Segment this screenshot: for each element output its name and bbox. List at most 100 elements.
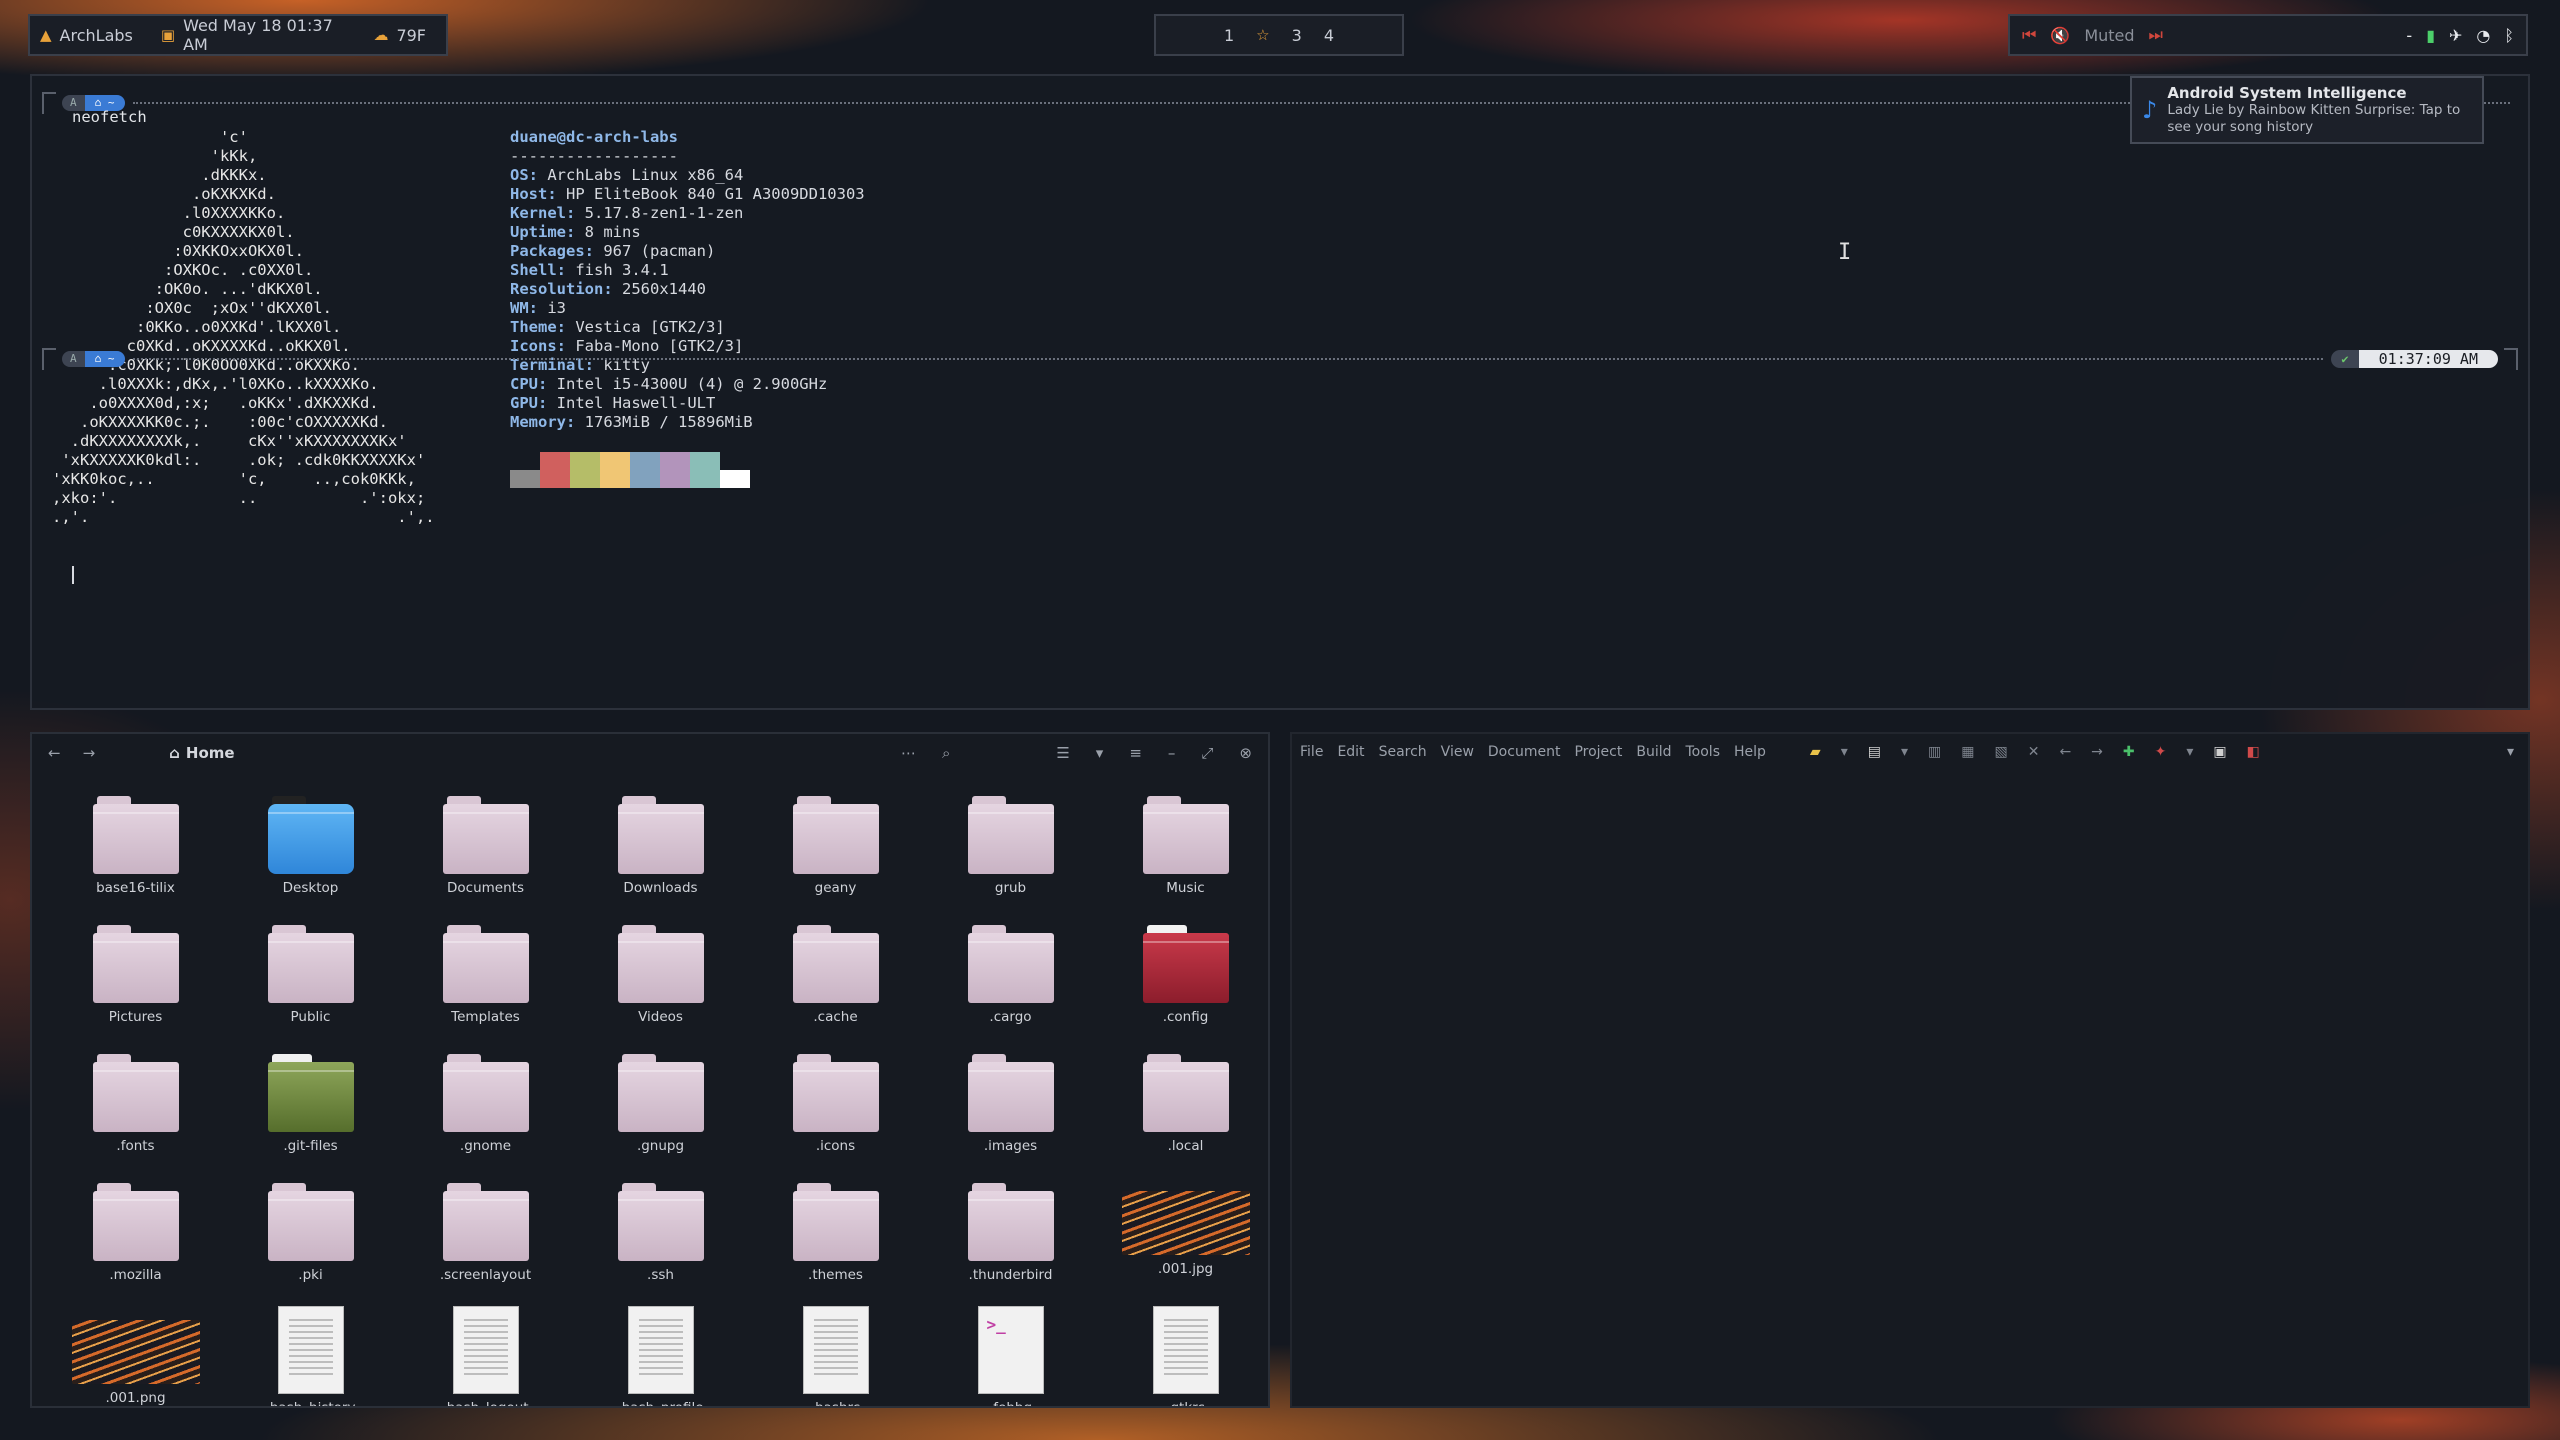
new-file-dropdown-icon[interactable]: ▾ [1841, 744, 1848, 760]
close-icon[interactable]: ⊗ [1239, 744, 1252, 762]
chevron-down-icon[interactable]: ▾ [1096, 744, 1104, 762]
workspace-4[interactable]: 4 [1324, 26, 1334, 45]
menu-icon[interactable]: ≡ [1129, 744, 1142, 762]
save-all-icon[interactable]: ▦ [1961, 744, 1974, 760]
minimize-icon[interactable]: – [1168, 744, 1176, 762]
file-item[interactable]: .bash_history [223, 1306, 398, 1406]
file-item[interactable]: .ssh [573, 1177, 748, 1306]
workspace-3[interactable]: 3 [1292, 26, 1302, 45]
previous-track-icon[interactable]: ⏮ [2022, 25, 2036, 45]
file-item[interactable]: .gnome [398, 1048, 573, 1177]
file-item[interactable]: .screenlayout [398, 1177, 573, 1306]
distro-label-group[interactable]: ▲ ArchLabs [40, 26, 133, 45]
file-item[interactable]: .cargo [923, 919, 1098, 1048]
nav-back-icon[interactable]: ← [2059, 744, 2071, 760]
battery-icon[interactable]: ▮ [2426, 26, 2435, 45]
menu-document[interactable]: Document [1488, 744, 1561, 760]
folder-icon [442, 1054, 529, 1132]
wifi-icon[interactable]: ◔ [2476, 26, 2490, 45]
build-icon[interactable]: ✦ [2155, 744, 2167, 760]
file-item[interactable]: .001.png [48, 1306, 223, 1406]
info-row-host: Host: HP EliteBook 840 G1 A3009DD10303 [510, 185, 865, 203]
file-item[interactable]: .cache [748, 919, 923, 1048]
reload-icon[interactable]: ▧ [1994, 744, 2007, 760]
menu-help[interactable]: Help [1734, 744, 1766, 760]
file-item[interactable]: Public [223, 919, 398, 1048]
folder-icon [92, 1054, 179, 1132]
menu-edit[interactable]: Edit [1337, 744, 1364, 760]
date-group[interactable]: ▣ Wed May 18 01:37 AM [161, 16, 346, 54]
close-file-icon[interactable]: ✕ [2028, 744, 2040, 760]
open-dropdown-icon[interactable]: ▾ [1901, 744, 1908, 760]
workspace-2-star-icon[interactable]: ☆ [1256, 26, 1269, 44]
menu-project[interactable]: Project [1574, 744, 1622, 760]
file-item[interactable]: .config [1098, 919, 1268, 1048]
prompt-home-segment-2: ⌂ ~ [84, 351, 125, 367]
workspace-1[interactable]: 1 [1224, 26, 1234, 45]
execute-icon[interactable]: ▣ [2213, 744, 2226, 760]
open-file-icon[interactable]: ▤ [1868, 744, 1881, 760]
pin-icon[interactable]: ✈ [2449, 26, 2462, 45]
file-item[interactable]: .thunderbird [923, 1177, 1098, 1306]
file-item[interactable]: geany [748, 790, 923, 919]
file-item[interactable]: Downloads [573, 790, 748, 919]
file-item[interactable]: .bash_profile [573, 1306, 748, 1406]
folder-icon [442, 1183, 529, 1261]
new-file-icon[interactable]: ▰ [1810, 744, 1821, 760]
file-item[interactable]: .bash_logout [398, 1306, 573, 1406]
file-item[interactable]: Music [1098, 790, 1268, 919]
file-item[interactable]: .images [923, 1048, 1098, 1177]
compile-icon[interactable]: ✚ [2123, 744, 2135, 760]
text-document-icon [452, 1306, 519, 1394]
maximize-icon[interactable]: ⤢ [1201, 744, 1213, 762]
weather-group[interactable]: ☁ 79F [373, 26, 426, 45]
menu-file[interactable]: File [1300, 744, 1323, 760]
file-item[interactable]: Documents [398, 790, 573, 919]
file-item[interactable]: Videos [573, 919, 748, 1048]
info-value: ArchLabs Linux x86_64 [547, 166, 744, 184]
file-item-label: .mozilla [109, 1267, 162, 1283]
file-item[interactable]: .fonts [48, 1048, 223, 1177]
text-document-icon [277, 1306, 344, 1394]
notification-popup[interactable]: ♪ Android System Intelligence Lady Lie b… [2130, 76, 2484, 144]
text-document-icon [1152, 1306, 1219, 1394]
menu-build[interactable]: Build [1636, 744, 1671, 760]
menu-view[interactable]: View [1441, 744, 1474, 760]
forward-arrow-icon[interactable]: → [83, 744, 96, 762]
file-item[interactable]: Desktop [223, 790, 398, 919]
color-chooser-icon[interactable]: ◧ [2247, 744, 2260, 760]
file-item[interactable]: >_ .fehbg [923, 1306, 1098, 1406]
file-item[interactable]: .pki [223, 1177, 398, 1306]
file-item[interactable]: .gnupg [573, 1048, 748, 1177]
save-icon[interactable]: ▥ [1928, 744, 1941, 760]
file-item[interactable]: .mozilla [48, 1177, 223, 1306]
file-item[interactable]: grub [923, 790, 1098, 919]
terminal-window[interactable]: A ⌂ ~ neofetch 'c' 'kKk, .dKKKx. .oKXKXK… [30, 74, 2530, 710]
location-breadcrumb[interactable]: ⌂ Home [169, 744, 234, 762]
menu-tools[interactable]: Tools [1686, 744, 1721, 760]
file-item[interactable]: Pictures [48, 919, 223, 1048]
more-options-icon[interactable]: ⋯ [901, 744, 916, 762]
toolbar-overflow-icon[interactable]: ▾ [2507, 744, 2514, 760]
file-item[interactable]: .001.jpg [1098, 1177, 1268, 1306]
view-list-icon[interactable]: ☰ [1056, 744, 1069, 762]
file-item[interactable]: .gtkrc [1098, 1306, 1268, 1406]
folder-icon [617, 1183, 704, 1261]
file-item[interactable]: .bashrc [748, 1306, 923, 1406]
file-item[interactable]: .local [1098, 1048, 1268, 1177]
file-item[interactable]: .themes [748, 1177, 923, 1306]
build-dropdown-icon[interactable]: ▾ [2186, 744, 2193, 760]
file-item[interactable]: .icons [748, 1048, 923, 1177]
file-item-label: Documents [447, 880, 524, 896]
search-icon[interactable]: ⌕ [942, 744, 950, 762]
info-key: Packages [510, 242, 585, 260]
file-item[interactable]: base16-tilix [48, 790, 223, 919]
menu-search[interactable]: Search [1379, 744, 1427, 760]
volume-muted-icon[interactable]: 🔇 [2050, 26, 2070, 45]
bluetooth-icon[interactable]: ᛒ [2504, 26, 2514, 45]
back-arrow-icon[interactable]: ← [48, 744, 61, 762]
file-item[interactable]: .git-files [223, 1048, 398, 1177]
next-track-icon[interactable]: ⏭ [2149, 25, 2163, 45]
file-item[interactable]: Templates [398, 919, 573, 1048]
nav-forward-icon[interactable]: → [2091, 744, 2103, 760]
